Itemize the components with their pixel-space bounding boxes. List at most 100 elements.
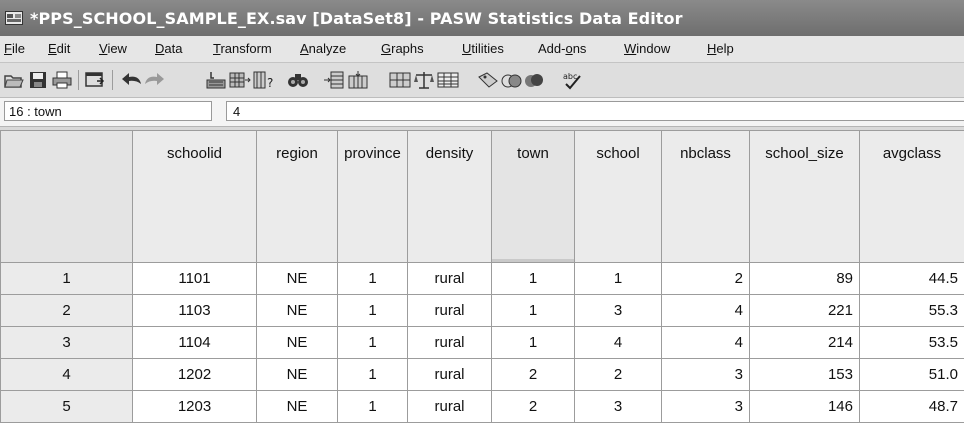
cell-nbclass[interactable]: 2: [662, 263, 750, 295]
cell-province[interactable]: 1: [338, 327, 408, 359]
cell-avgclass[interactable]: 53.5: [860, 327, 964, 359]
menu-help[interactable]: Help: [707, 41, 734, 56]
cell-school-size[interactable]: 153: [750, 359, 860, 391]
cell-avgclass[interactable]: 44.5: [860, 263, 964, 295]
menu-window[interactable]: Window: [624, 41, 670, 56]
cell-nbclass[interactable]: 4: [662, 327, 750, 359]
cell-school[interactable]: 4: [575, 327, 662, 359]
split-file-icon[interactable]: [388, 69, 412, 91]
row-header[interactable]: 3: [1, 327, 133, 359]
cell-avgclass[interactable]: 51.0: [860, 359, 964, 391]
data-grid: schoolid region province density town sc…: [0, 130, 964, 414]
menu-utilities[interactable]: Utilities: [462, 41, 504, 56]
cell-value-input[interactable]: 4: [226, 101, 964, 121]
cell-province[interactable]: 1: [338, 295, 408, 327]
column-header-avgclass[interactable]: avgclass: [860, 131, 964, 263]
cell-school-size[interactable]: 89: [750, 263, 860, 295]
find-icon[interactable]: [286, 69, 310, 91]
menu-data[interactable]: Data: [155, 41, 182, 56]
column-header-region[interactable]: region: [257, 131, 338, 263]
cell-school-size[interactable]: 214: [750, 327, 860, 359]
cell-density[interactable]: rural: [408, 295, 492, 327]
cell-region[interactable]: NE: [257, 263, 338, 295]
open-icon[interactable]: [2, 69, 26, 91]
menu-view[interactable]: View: [99, 41, 127, 56]
dialog-recall-icon[interactable]: [83, 69, 107, 91]
cell-density[interactable]: rural: [408, 263, 492, 295]
column-header-schoolid[interactable]: schoolid: [133, 131, 257, 263]
variables-icon[interactable]: ?: [252, 69, 276, 91]
redo-icon[interactable]: [142, 69, 166, 91]
cell-region[interactable]: NE: [257, 327, 338, 359]
cell-schoolid[interactable]: 1203: [133, 391, 257, 423]
cell-schoolid[interactable]: 1101: [133, 263, 257, 295]
menu-add-ons[interactable]: Add-ons: [538, 41, 586, 56]
row-header[interactable]: 5: [1, 391, 133, 423]
use-sets-icon[interactable]: [500, 69, 524, 91]
cell-nbclass[interactable]: 3: [662, 391, 750, 423]
menu-file[interactable]: File: [4, 41, 25, 56]
menu-transform[interactable]: Transform: [213, 41, 272, 56]
cell-school[interactable]: 3: [575, 391, 662, 423]
cell-nbclass[interactable]: 4: [662, 295, 750, 327]
menu-graphs[interactable]: Graphs: [381, 41, 424, 56]
cell-region[interactable]: NE: [257, 391, 338, 423]
cell-province[interactable]: 1: [338, 359, 408, 391]
value-labels-icon[interactable]: [476, 69, 500, 91]
row-header[interactable]: 1: [1, 263, 133, 295]
weight-cases-icon[interactable]: [412, 69, 436, 91]
cell-school-size[interactable]: 221: [750, 295, 860, 327]
cell-density[interactable]: rural: [408, 359, 492, 391]
column-header-town[interactable]: town: [492, 131, 575, 263]
column-header-province[interactable]: province: [338, 131, 408, 263]
goto-case-icon[interactable]: [204, 69, 228, 91]
cell-region[interactable]: NE: [257, 295, 338, 327]
show-all-variables-icon[interactable]: [522, 69, 546, 91]
cell-school[interactable]: 1: [575, 263, 662, 295]
row-header[interactable]: 4: [1, 359, 133, 391]
cell-town[interactable]: 2: [492, 391, 575, 423]
cell-school-size[interactable]: 146: [750, 391, 860, 423]
cell-school[interactable]: 3: [575, 295, 662, 327]
menu-bar: File Edit View Data Transform Analyze Gr…: [0, 36, 964, 63]
cell-editor-bar: 16 : town 4: [0, 98, 964, 127]
cell-nbclass[interactable]: 3: [662, 359, 750, 391]
select-cases-icon[interactable]: [436, 69, 460, 91]
spelling-icon[interactable]: abc: [560, 69, 584, 91]
table-row: 5 1203 NE 1 rural 2 3 3 146 48.7: [1, 391, 964, 423]
toolbar-separator: [78, 70, 79, 90]
cell-province[interactable]: 1: [338, 263, 408, 295]
insert-variable-icon[interactable]: [346, 69, 370, 91]
cell-schoolid[interactable]: 1103: [133, 295, 257, 327]
row-header[interactable]: 2: [1, 295, 133, 327]
cell-schoolid[interactable]: 1202: [133, 359, 257, 391]
cell-density[interactable]: rural: [408, 327, 492, 359]
data-table: schoolid region province density town sc…: [0, 130, 964, 423]
cell-town[interactable]: 1: [492, 295, 575, 327]
column-header-school[interactable]: school: [575, 131, 662, 263]
menu-analyze[interactable]: Analyze: [300, 41, 346, 56]
cell-density[interactable]: rural: [408, 391, 492, 423]
cell-avgclass[interactable]: 48.7: [860, 391, 964, 423]
cell-reference-field[interactable]: 16 : town: [4, 101, 212, 121]
cell-schoolid[interactable]: 1104: [133, 327, 257, 359]
undo-icon[interactable]: [120, 69, 144, 91]
cell-town[interactable]: 1: [492, 327, 575, 359]
cell-avgclass[interactable]: 55.3: [860, 295, 964, 327]
print-icon[interactable]: [50, 69, 74, 91]
insert-cases-icon[interactable]: [322, 69, 346, 91]
menu-edit[interactable]: Edit: [48, 41, 70, 56]
table-row: 2 1103 NE 1 rural 1 3 4 221 55.3: [1, 295, 964, 327]
column-header-nbclass[interactable]: nbclass: [662, 131, 750, 263]
cell-region[interactable]: NE: [257, 359, 338, 391]
column-header-density[interactable]: density: [408, 131, 492, 263]
column-header-school-size[interactable]: school_size: [750, 131, 860, 263]
grid-corner-cell[interactable]: [1, 131, 133, 263]
goto-variable-icon[interactable]: [228, 69, 252, 91]
cell-town[interactable]: 1: [492, 263, 575, 295]
cell-province[interactable]: 1: [338, 391, 408, 423]
save-icon[interactable]: [26, 69, 50, 91]
cell-school[interactable]: 2: [575, 359, 662, 391]
cell-town[interactable]: 2: [492, 359, 575, 391]
toolbar: ? abc: [0, 63, 964, 98]
